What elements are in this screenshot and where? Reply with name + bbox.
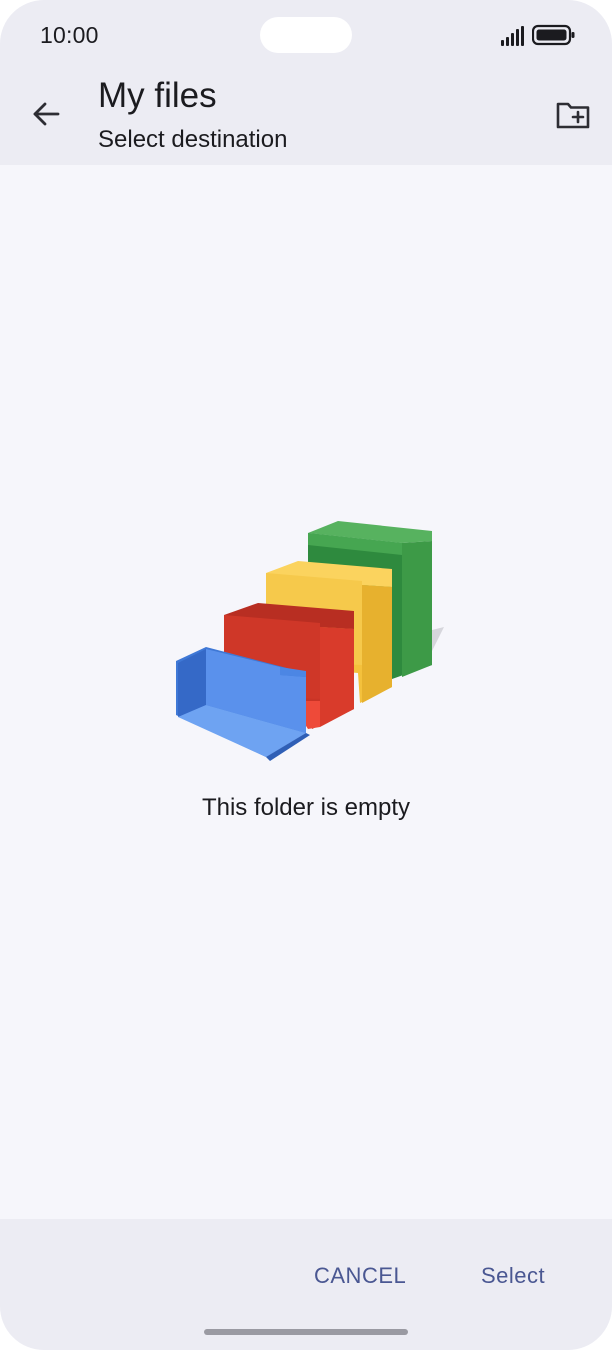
bottom-action-bar: CANCEL Select (0, 1219, 612, 1350)
new-folder-icon (556, 102, 590, 129)
cancel-button[interactable]: CANCEL (310, 1257, 410, 1295)
empty-folders-illustration (176, 521, 444, 761)
select-button[interactable]: Select (477, 1257, 549, 1295)
status-time: 10:00 (40, 22, 99, 48)
app-bar: My files Select destination (0, 64, 612, 165)
signal-icon (501, 26, 524, 46)
back-arrow-icon (33, 102, 60, 126)
battery-icon (532, 24, 575, 46)
page-title: My files (98, 76, 217, 115)
empty-folder-message: This folder is empty (201, 794, 411, 821)
phone-screen: 10:00 My files Select destination This f… (0, 0, 612, 1350)
back-button[interactable] (22, 90, 70, 138)
new-folder-button[interactable] (548, 90, 598, 140)
page-subtitle: Select destination (98, 126, 288, 153)
home-indicator[interactable] (204, 1329, 408, 1335)
camera-cutout (260, 17, 352, 53)
status-bar: 10:00 (0, 0, 612, 64)
